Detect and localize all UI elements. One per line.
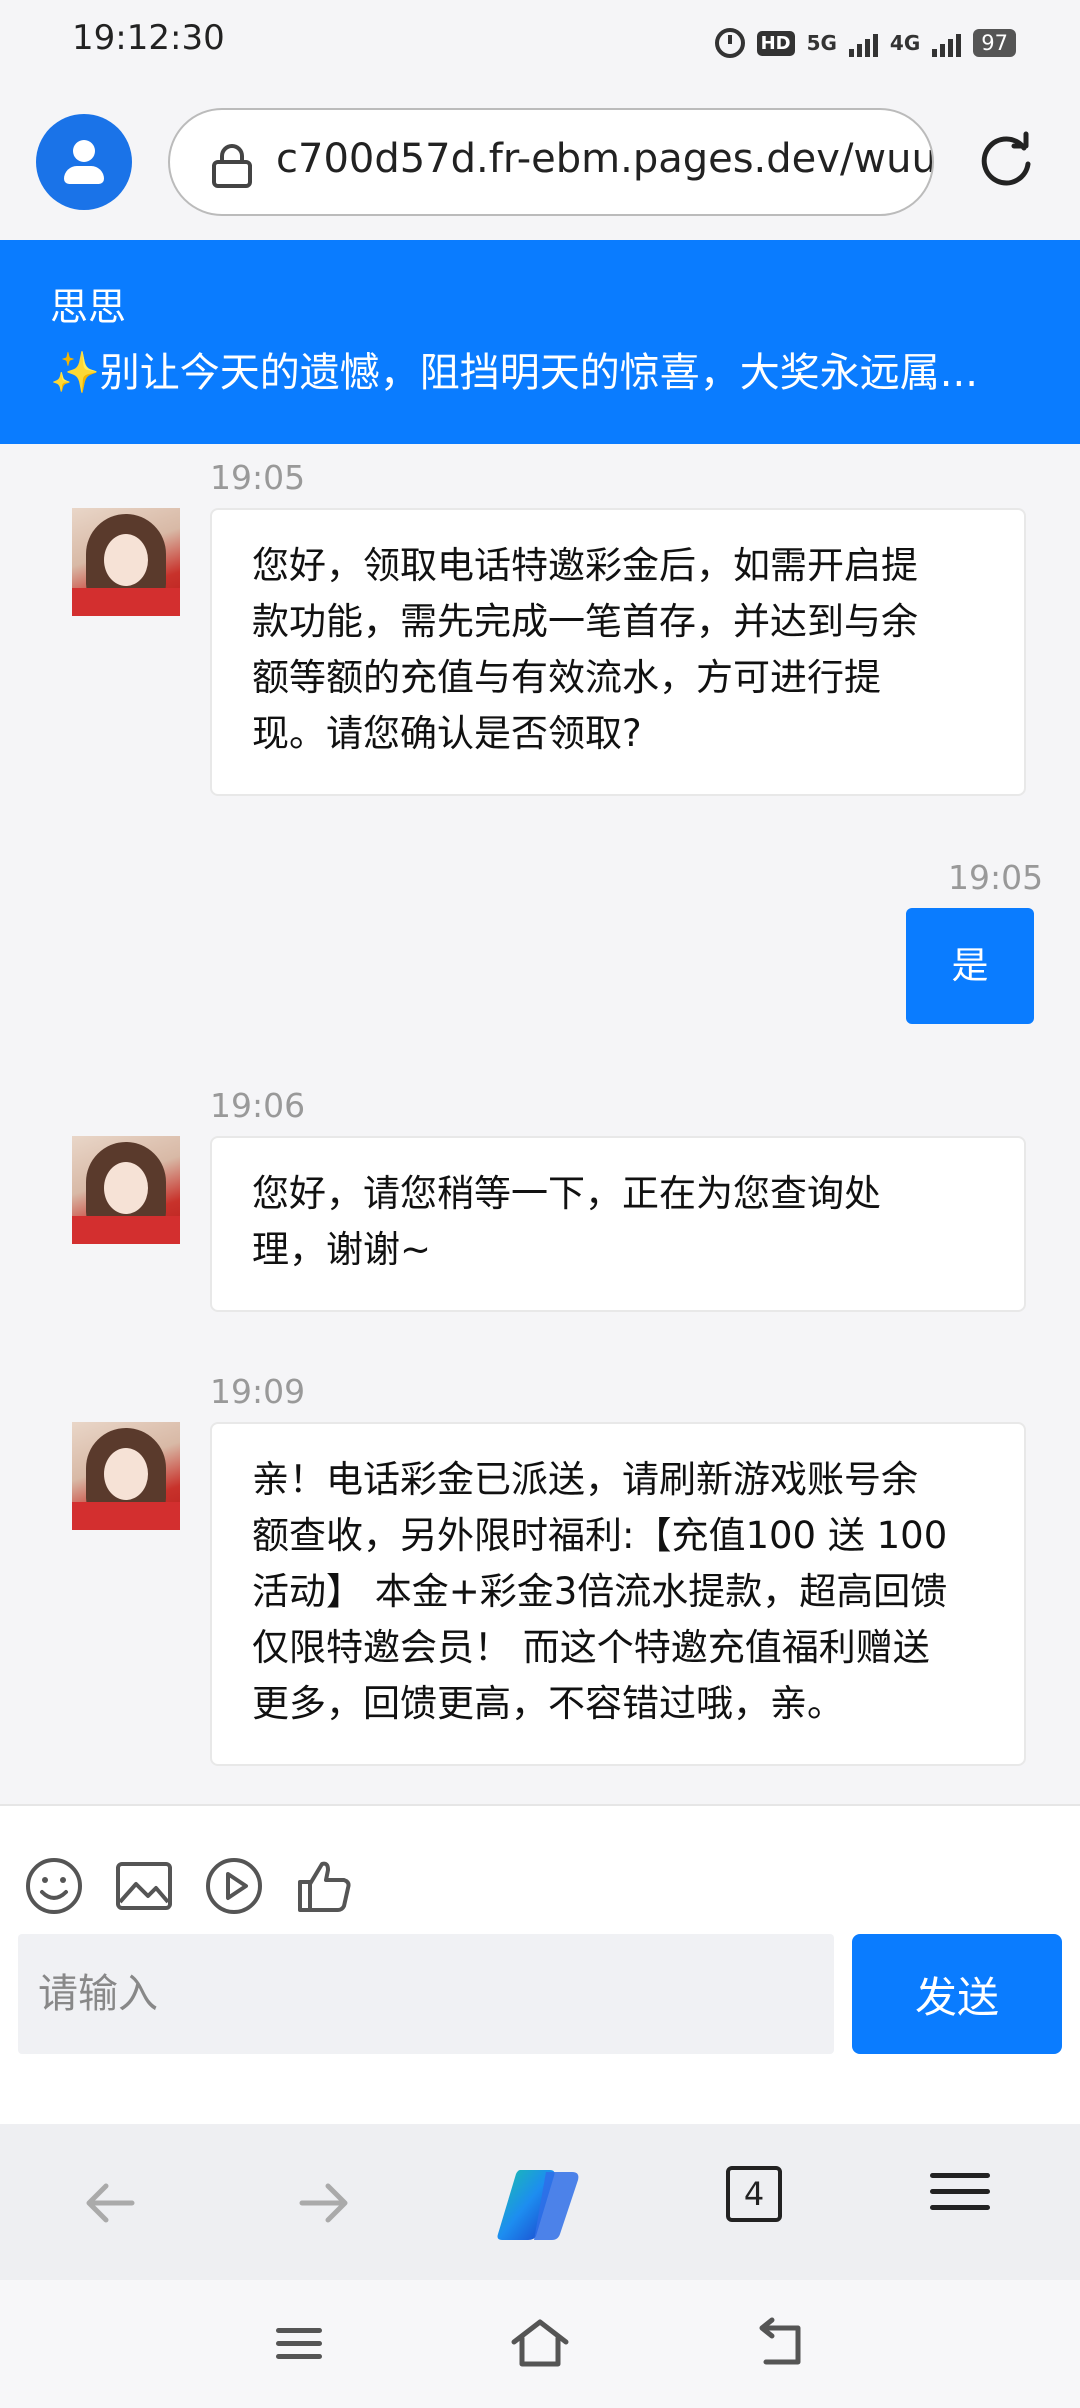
message-text: 是	[951, 944, 989, 987]
send-button[interactable]: 发送	[852, 1934, 1062, 2054]
agent-avatar	[72, 508, 180, 616]
message-text: 您好，请您稍等一下，正在为您查询处 理，谢谢~	[252, 1172, 881, 1271]
status-time: 19:12:30	[72, 18, 225, 58]
signal-4g-icon	[932, 29, 962, 57]
message-list[interactable]: 19:05 您好，领取电话特邀彩金后，如需开启提 款功能，需先完成一笔首存，并达…	[0, 444, 1080, 1804]
message-timestamp: 19:05	[948, 858, 1044, 897]
copilot-icon[interactable]	[490, 2164, 586, 2244]
tabs-count-button[interactable]: 4	[726, 2166, 782, 2222]
message-bubble-incoming: 您好，领取电话特邀彩金后，如需开启提 款功能，需先完成一笔首存，并达到与余 额等…	[210, 508, 1026, 796]
lock-icon	[212, 144, 252, 188]
forward-arrow-icon[interactable]	[294, 2168, 354, 2238]
message-bubble-incoming: 亲！电话彩金已派送，请刷新游戏账号余 额查收，另外限时福利:【充值100 送 1…	[210, 1422, 1026, 1766]
network-4g-label: 4G	[889, 31, 921, 55]
browser-toolbar: c700d57d.fr-ebm.pages.dev/wuu8	[0, 86, 1080, 240]
address-bar[interactable]: c700d57d.fr-ebm.pages.dev/wuu8	[168, 108, 934, 216]
person-icon-body	[64, 166, 104, 184]
message-timestamp: 19:09	[210, 1372, 306, 1411]
message-timestamp: 19:05	[210, 458, 306, 497]
back-arrow-icon[interactable]	[80, 2168, 140, 2238]
message-bubble-incoming: 您好，请您稍等一下，正在为您查询处 理，谢谢~	[210, 1136, 1026, 1312]
agent-avatar	[72, 1422, 180, 1530]
emoji-icon[interactable]	[22, 1854, 86, 1918]
message-input-container	[18, 1934, 834, 2054]
message-text: 您好，领取电话特邀彩金后，如需开启提 款功能，需先完成一笔首存，并达到与余 额等…	[252, 544, 918, 755]
image-icon[interactable]	[112, 1854, 176, 1918]
message-timestamp: 19:06	[210, 1086, 306, 1125]
battery-indicator: 97	[973, 29, 1016, 57]
agent-name: 思思	[50, 285, 127, 329]
browser-bottom-nav: 4	[0, 2124, 1080, 2280]
system-nav-bar	[0, 2280, 1080, 2408]
profile-avatar-button[interactable]	[36, 114, 132, 210]
signal-5g-icon	[848, 29, 878, 57]
status-bar: 19:12:30 HD 5G 4G 97	[0, 0, 1080, 86]
reload-icon[interactable]	[976, 130, 1036, 190]
menu-icon[interactable]	[930, 2162, 990, 2232]
message-text: 亲！电话彩金已派送，请刷新游戏账号余 额查收，另外限时福利:【充值100 送 1…	[252, 1458, 948, 1725]
home-icon[interactable]	[508, 2316, 572, 2372]
person-icon-head	[73, 140, 95, 162]
message-bubble-outgoing: 是	[906, 908, 1034, 1024]
network-5g-label: 5G	[806, 31, 837, 55]
composer: 发送	[0, 1804, 1080, 2124]
recent-apps-icon[interactable]	[276, 2320, 322, 2367]
alarm-icon	[714, 28, 745, 58]
thumbs-up-icon[interactable]	[292, 1854, 356, 1918]
message-input[interactable]	[18, 1934, 834, 2054]
back-gesture-icon[interactable]	[752, 2316, 808, 2372]
agent-avatar	[72, 1136, 180, 1244]
status-icons: HD 5G 4G 97	[714, 20, 1016, 66]
video-icon[interactable]	[202, 1854, 266, 1918]
hd-icon: HD	[756, 30, 795, 56]
url-text: c700d57d.fr-ebm.pages.dev/wuu8	[276, 136, 934, 182]
chat-header: 思思 ✨别让今天的遗憾，阻挡明天的惊喜，大奖永远属...	[0, 240, 1080, 444]
notice-marquee: ✨别让今天的遗憾，阻挡明天的惊喜，大奖永远属...	[50, 350, 978, 396]
